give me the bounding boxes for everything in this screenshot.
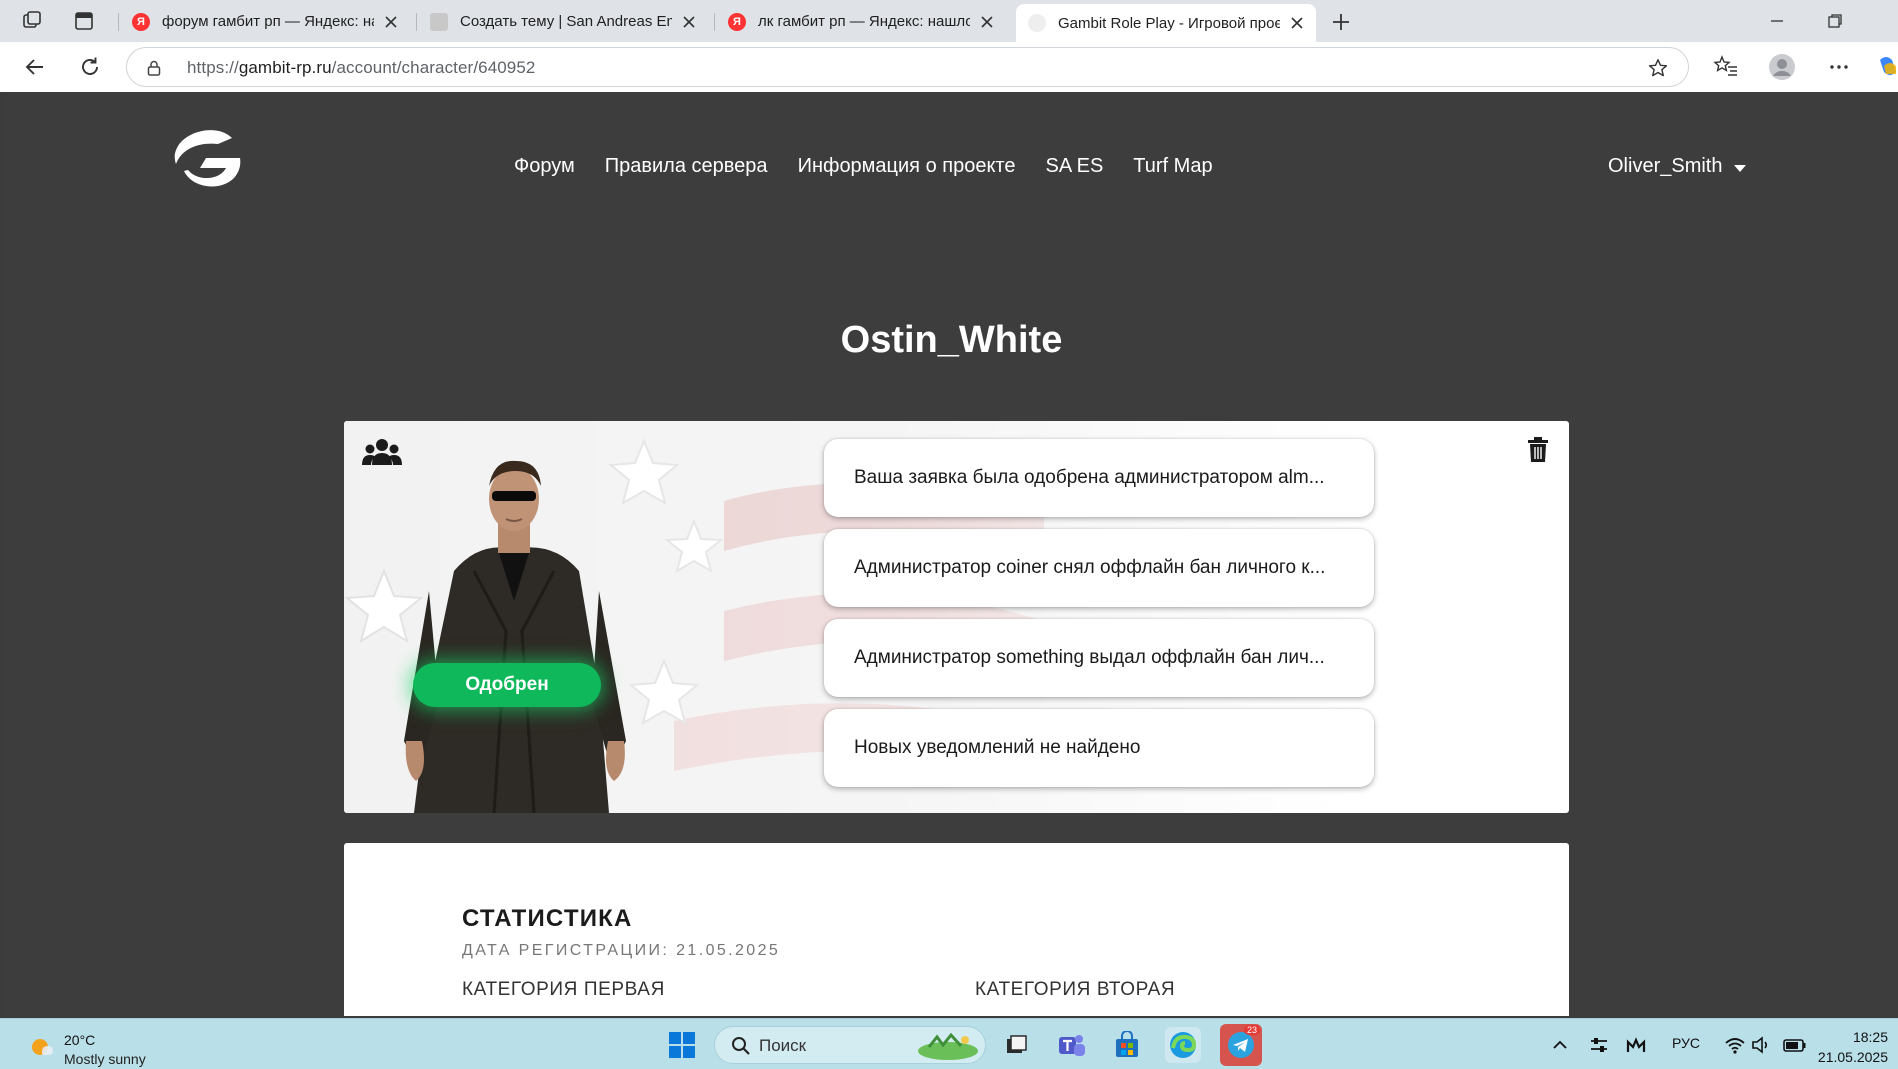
nav-forum[interactable]: Форум (514, 155, 575, 178)
tab-title: Создать тему | San Andreas Emer (460, 13, 672, 30)
wifi-icon[interactable] (1724, 1034, 1746, 1056)
weather-temperature[interactable]: 20°C (64, 1032, 95, 1048)
close-icon[interactable] (384, 15, 398, 29)
notification-text: Администратор something выдал оффлайн ба… (854, 647, 1325, 668)
category-second-label: КАТЕГОРИЯ ВТОРАЯ (975, 979, 1176, 1000)
character-card: Одобрен Ваша заявка была одобрена админи… (344, 421, 1569, 813)
network-tray-icon[interactable] (1625, 1034, 1647, 1056)
notification-item[interactable]: Новых уведомлений не найдено (824, 709, 1374, 787)
browser-tab-strip: Я форум гамбит рп — Яндекс: наш Создать … (0, 0, 1898, 42)
workspaces-icon[interactable] (19, 8, 45, 34)
address-bar[interactable]: https://gambit-rp.ru/account/character/6… (126, 47, 1689, 87)
lock-icon[interactable] (147, 60, 161, 76)
trash-icon[interactable] (1527, 437, 1549, 463)
tab-title: форум гамбит рп — Яндекс: наш (162, 13, 374, 30)
search-highlight-icon (918, 1032, 978, 1060)
search-placeholder: Поиск (759, 1036, 807, 1055)
yandex-icon: Я (132, 12, 150, 31)
minimize-icon[interactable] (1766, 10, 1788, 32)
weather-description[interactable]: Mostly sunny (64, 1051, 146, 1067)
approved-status-button[interactable]: Одобрен (413, 663, 601, 707)
notification-text: Администратор coiner снял оффлайн бан ли… (854, 557, 1326, 578)
nav-sa-es[interactable]: SA ES (1045, 155, 1103, 178)
close-icon[interactable] (682, 15, 696, 29)
user-menu[interactable]: Oliver_Smith (1608, 155, 1747, 178)
profile-avatar-icon[interactable] (1768, 53, 1796, 81)
category-first-label: КАТЕГОРИЯ ПЕРВАЯ (462, 979, 665, 1000)
gambit-logo-icon[interactable] (170, 126, 242, 192)
tab-yandex-forum[interactable]: Я форум гамбит рп — Яндекс: наш (120, 5, 410, 38)
tab-title: лк гамбит рп — Яндекс: нашлос (758, 13, 970, 30)
clock-date[interactable]: 21.05.2025 (1818, 1049, 1888, 1065)
main-nav: Форум Правила сервера Информация о проек… (514, 155, 1213, 178)
notifications-list: Ваша заявка была одобрена администраторо… (824, 439, 1374, 787)
restore-icon[interactable] (1824, 10, 1846, 32)
registration-date: ДАТА РЕГИСТРАЦИИ: 21.05.2025 (462, 942, 781, 959)
url-text[interactable]: https://gambit-rp.ru/account/character/6… (187, 58, 535, 78)
copilot-icon[interactable] (1876, 54, 1898, 80)
close-icon[interactable] (1290, 16, 1304, 30)
task-view-icon[interactable] (998, 1027, 1034, 1063)
browser-toolbar: https://gambit-rp.ru/account/character/6… (0, 42, 1898, 92)
nav-server-rules[interactable]: Правила сервера (605, 155, 768, 178)
taskbar-search[interactable]: Поиск (714, 1026, 986, 1064)
site-page: Форум Правила сервера Информация о проек… (5, 93, 1898, 1016)
notification-item[interactable]: Администратор coiner снял оффлайн бан ли… (824, 529, 1374, 607)
favorite-star-icon[interactable] (1648, 58, 1668, 78)
telegram-badge: 23 (1243, 1025, 1260, 1035)
telegram-icon[interactable]: 23 (1220, 1024, 1262, 1066)
back-icon[interactable] (22, 54, 48, 80)
tab-yandex-lk[interactable]: Я лк гамбит рп — Яндекс: нашлос (716, 5, 1006, 38)
clock-time[interactable]: 18:25 (1853, 1029, 1888, 1045)
statistics-card: СТАТИСТИКА ДАТА РЕГИСТРАЦИИ: 21.05.2025 … (344, 843, 1569, 1016)
tab-gambit-active[interactable]: Gambit Role Play - Игровой проє (1016, 4, 1316, 42)
chevron-up-icon[interactable] (1549, 1034, 1571, 1056)
more-options-icon[interactable] (1826, 54, 1852, 80)
tab-create-topic[interactable]: Создать тему | San Andreas Emer (418, 5, 708, 38)
favorites-icon[interactable] (1713, 54, 1739, 80)
battery-icon[interactable] (1782, 1034, 1808, 1056)
search-icon (732, 1037, 750, 1055)
gambit-icon (1028, 14, 1046, 32)
notification-item[interactable]: Ваша заявка была одобрена администраторо… (824, 439, 1374, 517)
tab-actions-icon[interactable] (71, 8, 97, 34)
reload-icon[interactable] (77, 54, 103, 80)
username: Oliver_Smith (1608, 155, 1723, 177)
notification-text: Новых уведомлений не найдено (854, 737, 1141, 758)
volume-icon[interactable] (1750, 1034, 1772, 1056)
tab-title: Gambit Role Play - Игровой проє (1058, 14, 1280, 32)
teams-icon[interactable] (1054, 1027, 1090, 1063)
nav-project-info[interactable]: Информация о проекте (798, 155, 1016, 178)
statistics-title: СТАТИСТИКА (462, 905, 633, 932)
language-indicator[interactable]: РУС (1672, 1035, 1700, 1051)
weather-sunny-icon[interactable] (28, 1034, 54, 1060)
character-skin-image (404, 460, 626, 813)
notification-text: Ваша заявка была одобрена администраторо… (854, 467, 1325, 488)
new-tab-icon[interactable] (1328, 9, 1354, 35)
start-icon[interactable] (664, 1027, 700, 1063)
windows-taskbar: 20°C Mostly sunny Поиск 23 РУС 18:25 21.… (0, 1018, 1898, 1069)
close-icon[interactable] (980, 15, 994, 29)
forum-icon (430, 12, 448, 31)
edge-browser-icon[interactable] (1165, 1027, 1201, 1063)
character-name-title: Ostin_White (840, 319, 1063, 361)
yandex-icon: Я (728, 12, 746, 31)
notification-item[interactable]: Администратор something выдал оффлайн ба… (824, 619, 1374, 697)
sliders-icon[interactable] (1588, 1034, 1610, 1056)
chevron-down-icon (1734, 165, 1747, 172)
nav-turf-map[interactable]: Turf Map (1133, 155, 1212, 178)
store-icon[interactable] (1109, 1027, 1145, 1063)
